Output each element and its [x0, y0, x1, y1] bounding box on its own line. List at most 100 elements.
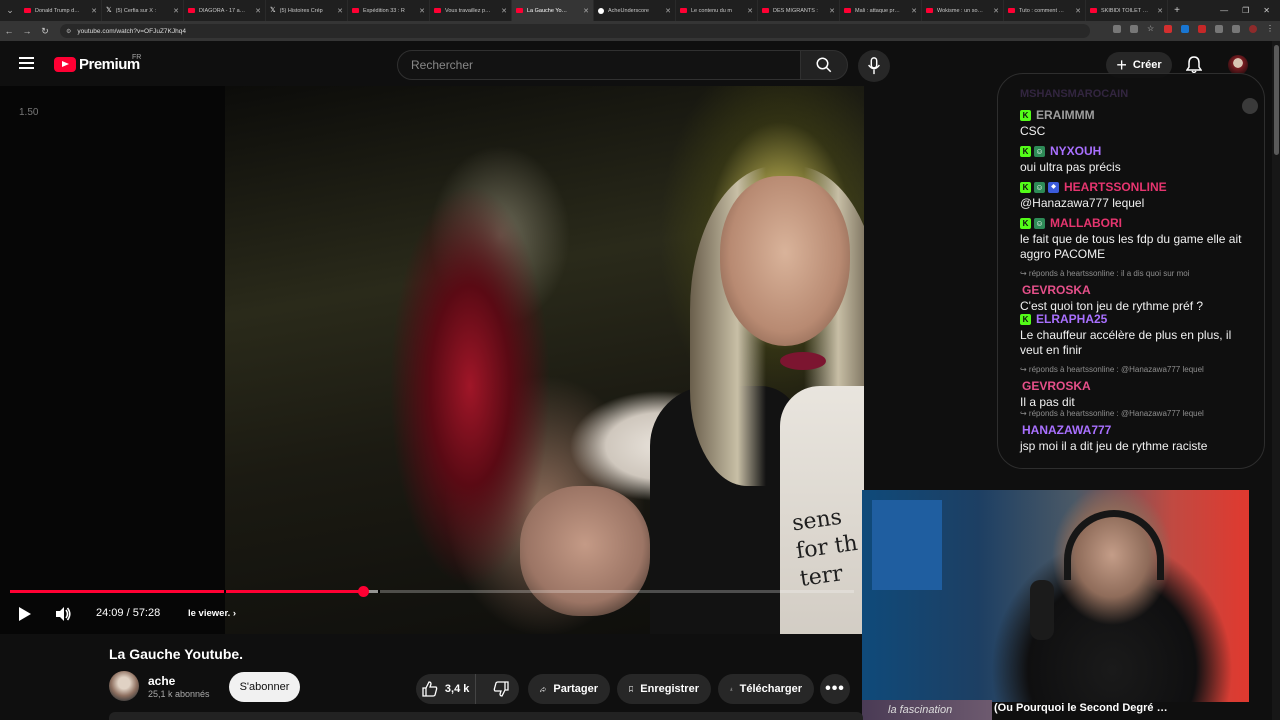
voice-search-button[interactable]: [858, 50, 890, 82]
browser-tab[interactable]: Vous travaillez p… ✕: [430, 0, 512, 21]
chat-username[interactable]: NYXOUH: [1050, 144, 1101, 159]
browser-tab[interactable]: Tuto : comment … ✕: [1004, 0, 1086, 21]
browser-tab[interactable]: 𝕏 (5) Histoires Crép ✕: [266, 0, 348, 21]
webcam-background-box: [872, 500, 942, 590]
chat-username[interactable]: HANAZAWA777: [1022, 423, 1111, 438]
tab-close-icon[interactable]: ✕: [173, 7, 179, 15]
chat-message-header: K ☺ NYXOUH: [1020, 144, 1256, 159]
tab-search-icon[interactable]: ⌄: [0, 0, 20, 21]
extension-icon[interactable]: [1215, 25, 1223, 33]
tab-close-icon[interactable]: ✕: [337, 7, 343, 15]
tab-close-icon[interactable]: ✕: [911, 7, 917, 15]
channel-avatar[interactable]: [109, 671, 139, 701]
hamburger-menu-icon[interactable]: [19, 57, 34, 69]
search-button[interactable]: [800, 50, 848, 80]
progress-played: [10, 590, 364, 593]
extension-icon[interactable]: [1113, 25, 1121, 33]
tab-close-icon[interactable]: ✕: [1075, 7, 1081, 15]
browser-tab[interactable]: AcheUnderscore ✕: [594, 0, 676, 21]
like-count: 3,4 k: [444, 683, 470, 695]
extension-icon[interactable]: [1198, 25, 1206, 33]
kick-badge-icon: K: [1020, 182, 1031, 193]
volume-icon[interactable]: [54, 605, 72, 628]
chat-username[interactable]: GEVROSKA: [1022, 379, 1091, 394]
site-info-icon[interactable]: ⚙: [66, 28, 71, 35]
tab-title: Vous travaillez p…: [445, 7, 491, 14]
chat-message-text: CSC: [1020, 124, 1046, 138]
browser-tab[interactable]: Expédition 33 : R ✕: [348, 0, 430, 21]
url-field[interactable]: ⚙ youtube.com/watch?v=OFJuZ7KJhq4: [60, 24, 1090, 38]
profile-icon[interactable]: [1249, 25, 1257, 33]
minimize-icon[interactable]: —: [1220, 6, 1228, 15]
like-button[interactable]: 3,4 k: [416, 674, 477, 704]
video-player[interactable]: sens for th terr 1.50 24:09 / 57:28 le vie…: [0, 86, 864, 634]
subscribe-button[interactable]: S'abonner: [229, 672, 300, 702]
stream-chat-overlay: MSHANSMAROCAIN K ERAIMMM CSC K ☺ NYXOUH oui ul…: [997, 73, 1265, 469]
share-icon: [540, 685, 547, 692]
dislike-button[interactable]: [483, 674, 519, 704]
chapter-title: le viewer.: [188, 608, 231, 619]
bookmark-star-icon[interactable]: ☆: [1147, 25, 1155, 33]
play-icon[interactable]: [19, 607, 31, 621]
browser-menu-icon[interactable]: ⋮: [1266, 25, 1274, 33]
tab-close-icon[interactable]: ✕: [665, 7, 671, 15]
webcam-caption-left: la fascination: [862, 700, 992, 720]
search-input[interactable]: Rechercher: [397, 50, 801, 80]
tab-close-icon[interactable]: ✕: [1157, 7, 1163, 15]
browser-tab[interactable]: 𝕏 (5) Cerfia sur X : ✕: [102, 0, 184, 21]
browser-tab[interactable]: Wokisme : un so… ✕: [922, 0, 1004, 21]
browser-tab[interactable]: DIAGORA - 17 a… ✕: [184, 0, 266, 21]
extension-icon[interactable]: [1232, 25, 1240, 33]
browser-tab[interactable]: Mali : attaque pr… ✕: [840, 0, 922, 21]
chapter-title-button[interactable]: le viewer. ›: [188, 608, 236, 619]
browser-tab[interactable]: La Gauche Yo… ✕: [512, 0, 594, 21]
browser-tab[interactable]: Donald Trump d… ✕: [20, 0, 102, 21]
youtube-premium-logo[interactable]: Premium: [54, 56, 140, 73]
download-icon: [730, 687, 733, 691]
x-icon: 𝕏: [270, 7, 276, 14]
maximize-icon[interactable]: ❐: [1242, 6, 1249, 15]
chat-message-header: HANAZAWA777: [1020, 423, 1256, 438]
save-button[interactable]: Enregistrer: [617, 674, 711, 704]
extension-icon[interactable]: [1130, 25, 1138, 33]
browser-tab[interactable]: DES MIGRANTS : ✕: [758, 0, 840, 21]
extension-icon[interactable]: [1181, 25, 1189, 33]
more-actions-button[interactable]: •••: [820, 674, 850, 704]
tab-close-icon[interactable]: ✕: [583, 7, 589, 15]
chat-username[interactable]: ERAIMMM: [1036, 108, 1095, 123]
tab-title: AcheUnderscore: [608, 7, 649, 14]
chat-username[interactable]: GEVROSKA: [1022, 283, 1091, 298]
browser-tab-bar: ⌄ Donald Trump d… ✕ 𝕏 (5) Cerfia sur X : ✕ DI…: [0, 0, 1280, 21]
download-button[interactable]: Télécharger: [718, 674, 814, 704]
extension-icon[interactable]: [1164, 25, 1172, 33]
tab-close-icon[interactable]: ✕: [993, 7, 999, 15]
tab-close-icon[interactable]: ✕: [91, 7, 97, 15]
tab-title: Le contenu du m: [691, 7, 732, 14]
youtube-icon: [1090, 8, 1097, 13]
scrollbar-thumb[interactable]: [1274, 45, 1279, 155]
chat-username[interactable]: MALLABORI: [1050, 216, 1122, 231]
browser-tab[interactable]: SKIBIDI TOILET … ✕: [1086, 0, 1168, 21]
forward-icon[interactable]: →: [18, 26, 36, 36]
x-icon: 𝕏: [106, 7, 112, 14]
tab-close-icon[interactable]: ✕: [255, 7, 261, 15]
youtube-icon: [352, 8, 359, 13]
reload-icon[interactable]: ↻: [36, 26, 54, 37]
close-window-icon[interactable]: ✕: [1263, 6, 1270, 15]
chat-username[interactable]: ELRAPHA25: [1036, 312, 1107, 327]
channel-name[interactable]: ache: [148, 674, 175, 688]
chat-reply-context: ↪ réponds à heartssonline : @Hanazawa777…: [1020, 409, 1204, 418]
chat-username[interactable]: HEARTSSONLINE: [1064, 180, 1167, 195]
url-text: youtube.com/watch?v=OFJuZ7KJhq4: [77, 27, 186, 35]
share-button[interactable]: Partager: [528, 674, 610, 704]
tab-close-icon[interactable]: ✕: [419, 7, 425, 15]
back-icon[interactable]: ←: [0, 26, 18, 36]
video-figure-face: [720, 176, 850, 346]
new-tab-button[interactable]: +: [1168, 5, 1186, 16]
tab-close-icon[interactable]: ✕: [829, 7, 835, 15]
tab-close-icon[interactable]: ✕: [501, 7, 507, 15]
browser-tab[interactable]: Le contenu du m ✕: [676, 0, 758, 21]
description-box[interactable]: [109, 712, 863, 720]
tab-close-icon[interactable]: ✕: [747, 7, 753, 15]
account-avatar[interactable]: [1228, 55, 1248, 75]
